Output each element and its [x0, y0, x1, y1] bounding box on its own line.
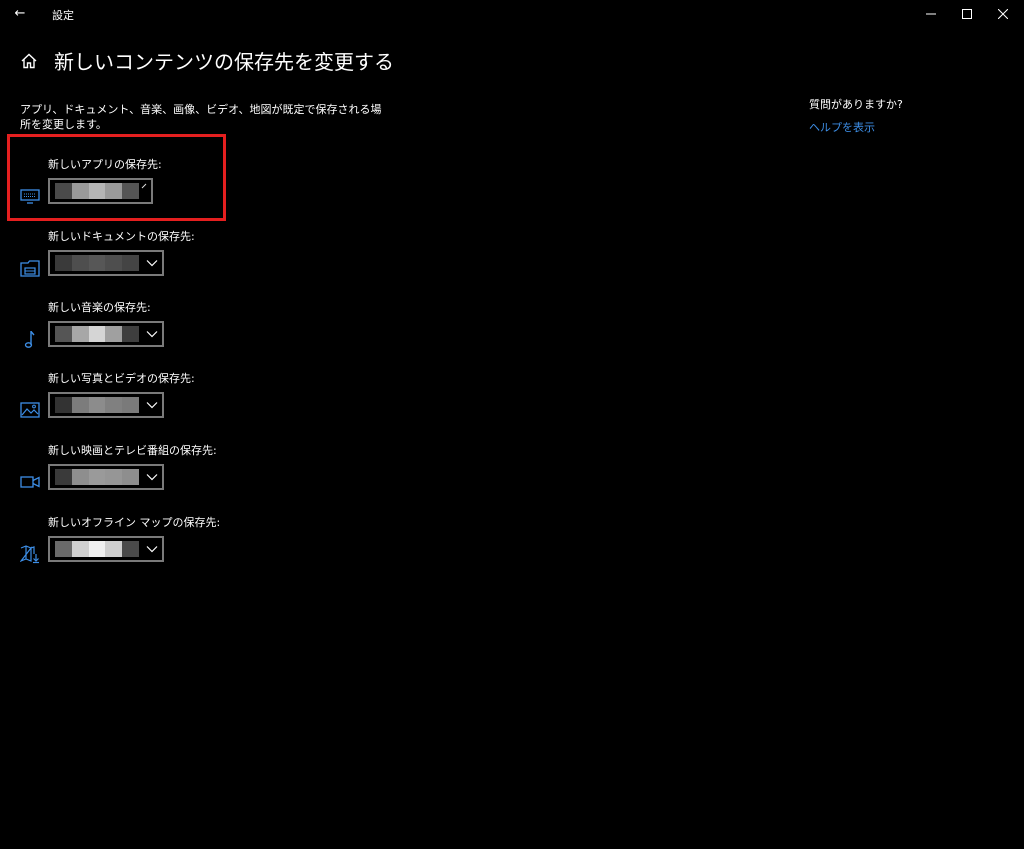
close-icon: [998, 9, 1008, 19]
redacted-drive-name: [55, 469, 139, 485]
chevron-down-icon: [146, 260, 158, 267]
home-icon: [21, 53, 37, 68]
location-dropdown-movies-tv[interactable]: [48, 464, 164, 490]
highlight-box: [7, 134, 226, 221]
back-arrow-icon: ←: [14, 6, 26, 21]
page-description: アプリ、ドキュメント、音楽、画像、ビデオ、地図が既定で保存される場所を変更します…: [20, 103, 382, 131]
video-camera-icon: [20, 476, 40, 488]
maximize-icon: [962, 9, 972, 19]
minimize-button[interactable]: [916, 4, 946, 24]
map-download-icon: [20, 545, 39, 564]
chevron-down-icon: [146, 331, 158, 338]
redacted-drive-name: [55, 255, 139, 271]
page-header: 新しいコンテンツの保存先を変更する: [20, 46, 394, 75]
maximize-button[interactable]: [952, 4, 982, 24]
location-label: 新しい音楽の保存先:: [48, 301, 151, 314]
help-link[interactable]: ヘルプを表示: [809, 119, 875, 135]
minimize-icon: [926, 13, 936, 15]
home-button[interactable]: [20, 52, 38, 70]
chevron-down-icon: [146, 474, 158, 481]
chevron-down-icon: [146, 546, 158, 553]
drive-icon: [20, 260, 40, 277]
chevron-down-icon: [146, 402, 158, 409]
location-dropdown-photos-videos[interactable]: [48, 392, 164, 418]
redacted-drive-name: [55, 397, 139, 413]
back-button[interactable]: ←: [10, 5, 30, 23]
location-label: 新しいオフライン マップの保存先:: [48, 516, 221, 529]
location-dropdown-documents[interactable]: [48, 250, 164, 276]
picture-icon: [20, 402, 40, 418]
location-label: 新しい写真とビデオの保存先:: [48, 372, 195, 385]
help-question: 質問がありますか?: [809, 98, 903, 111]
title-bar: ← 設定: [0, 0, 1024, 28]
redacted-drive-name: [55, 541, 139, 557]
close-button[interactable]: [988, 4, 1018, 24]
window-title: 設定: [52, 9, 74, 22]
location-dropdown-music[interactable]: [48, 321, 164, 347]
redacted-drive-name: [55, 326, 139, 342]
page-title: 新しいコンテンツの保存先を変更する: [54, 50, 394, 74]
music-note-icon: [24, 331, 35, 348]
location-dropdown-offline-maps[interactable]: [48, 536, 164, 562]
location-label: 新しい映画とテレビ番組の保存先:: [48, 444, 217, 457]
location-label: 新しいドキュメントの保存先:: [48, 230, 195, 243]
